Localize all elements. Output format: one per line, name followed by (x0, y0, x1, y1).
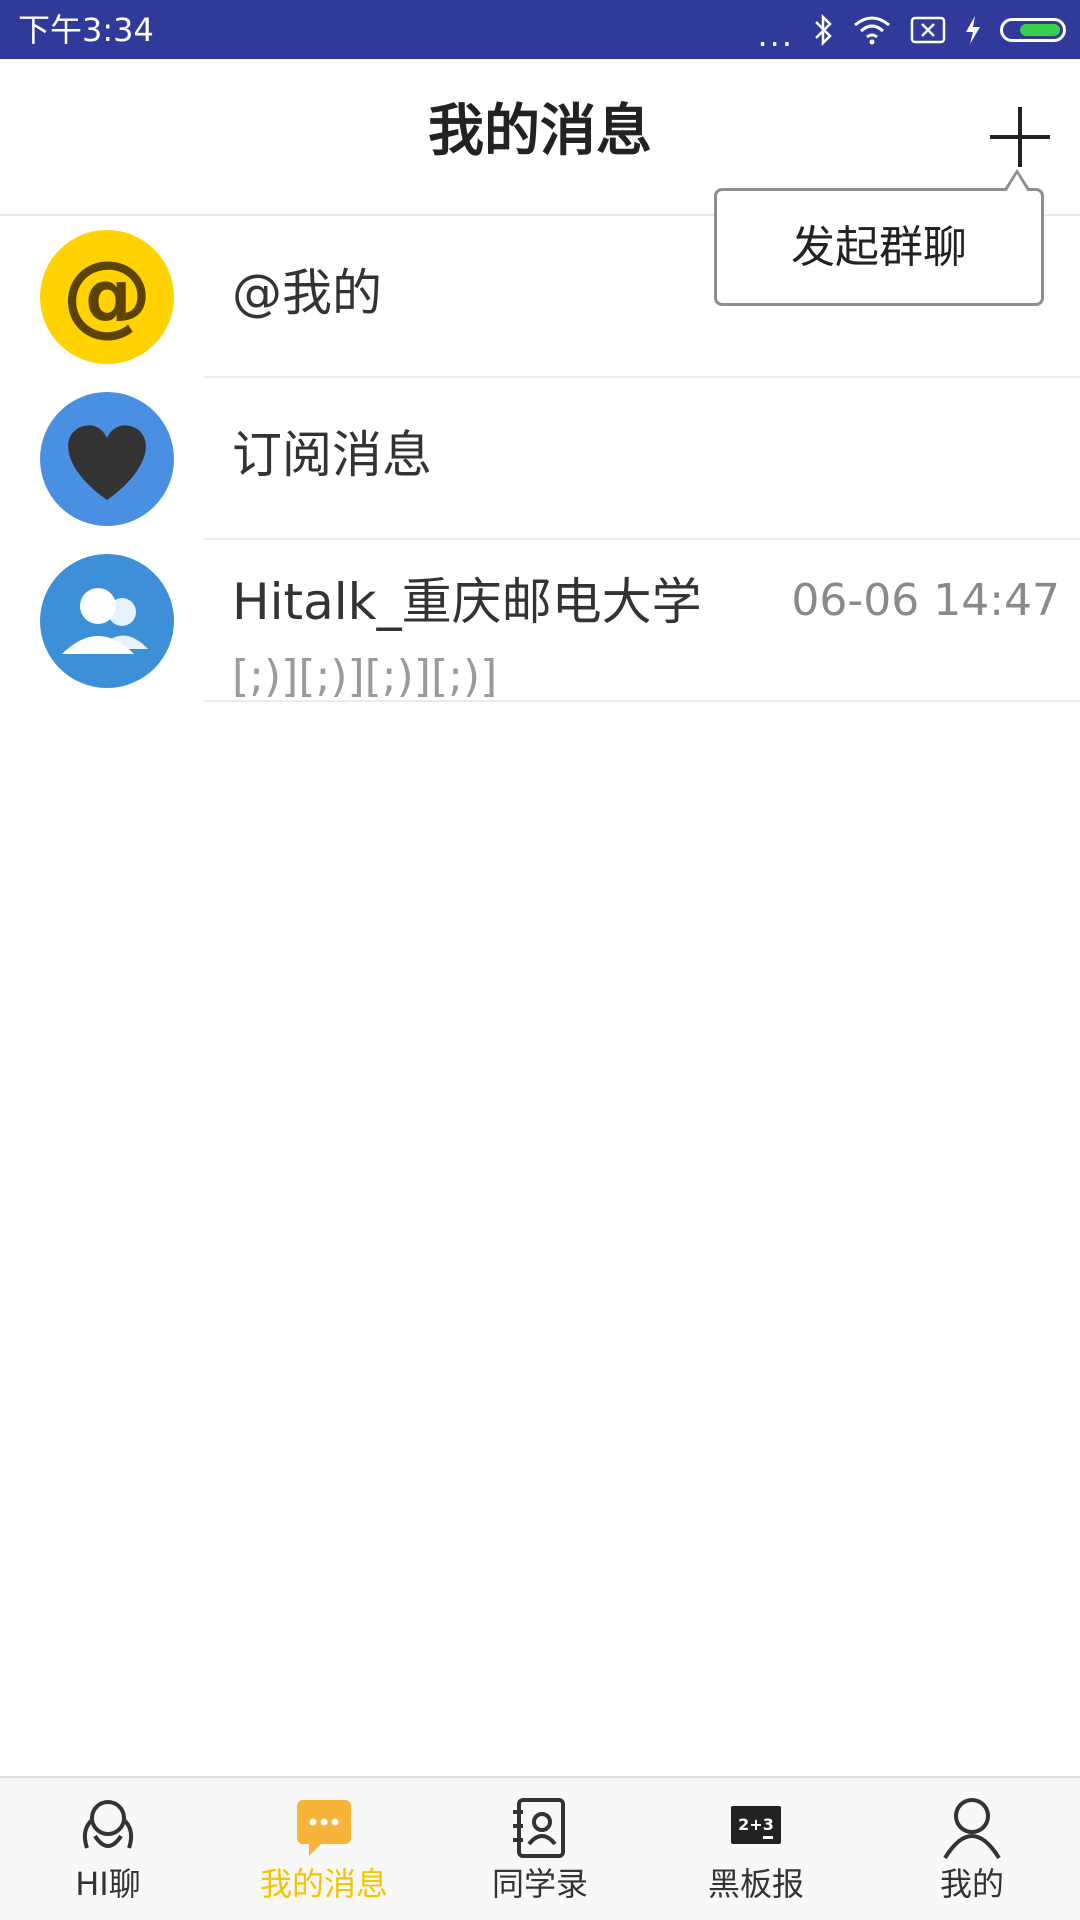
tab-my-messages[interactable]: 我的消息 (216, 1778, 432, 1920)
list-item-time: 06-06 14:47 (791, 575, 1060, 626)
more-dots-icon: ... (757, 16, 794, 54)
blackboard-icon: 2+3 (731, 1806, 781, 1844)
page-title: 我的消息 (428, 99, 652, 164)
at-icon: @ (40, 230, 174, 364)
list-item-subscription[interactable]: 订阅消息 (0, 378, 1080, 540)
tab-label: 我的消息 (259, 1865, 388, 1903)
svg-text:@: @ (62, 242, 152, 347)
message-icon (297, 1800, 351, 1856)
bottom-tab-bar: HI聊 我的消息 同学录 2+3 黑板报 我的 (0, 1776, 1080, 1920)
tab-label: 我的 (939, 1865, 1004, 1903)
tab-label: HI聊 (75, 1865, 141, 1903)
heart-icon (40, 392, 174, 526)
blackboard-icon-text: 2+3 (738, 1815, 774, 1834)
contacts-icon (513, 1798, 565, 1858)
list-item-group-chat[interactable]: Hitalk_重庆邮电大学 [;)][;)][;)][;)] 06-06 14:… (0, 540, 1080, 702)
status-icons: ... (757, 10, 1066, 54)
bluetooth-icon (815, 14, 832, 46)
status-bar: 下午3:34 ... (0, 0, 1080, 59)
profile-icon (943, 1798, 1001, 1860)
hi-chat-icon (82, 1800, 134, 1849)
group-icon (40, 554, 174, 688)
tab-classmates[interactable]: 同学录 (432, 1778, 648, 1920)
tab-hi-chat[interactable]: HI聊 (0, 1778, 216, 1920)
popup-menu: 发起群聊 (714, 169, 1044, 306)
list-item-title: Hitalk_重庆邮电大学 (232, 573, 702, 631)
tab-label: 同学录 (491, 1865, 588, 1903)
plus-icon[interactable] (990, 107, 1050, 167)
list-item-subtitle: [;)][;)][;)][;)] (232, 651, 498, 702)
tab-profile[interactable]: 我的 (864, 1778, 1080, 1920)
sim-off-icon (910, 16, 946, 44)
battery-icon (1000, 18, 1066, 42)
list-item-title: 订阅消息 (232, 426, 432, 484)
charging-icon (966, 16, 980, 44)
status-time: 下午3:34 (18, 11, 154, 49)
list-item-title: @我的 (232, 264, 382, 322)
start-group-chat-button[interactable]: 发起群聊 (717, 221, 1041, 275)
tab-blackboard[interactable]: 2+3 黑板报 (648, 1778, 864, 1920)
wifi-icon (854, 16, 890, 45)
tab-label: 黑板报 (707, 1865, 804, 1903)
